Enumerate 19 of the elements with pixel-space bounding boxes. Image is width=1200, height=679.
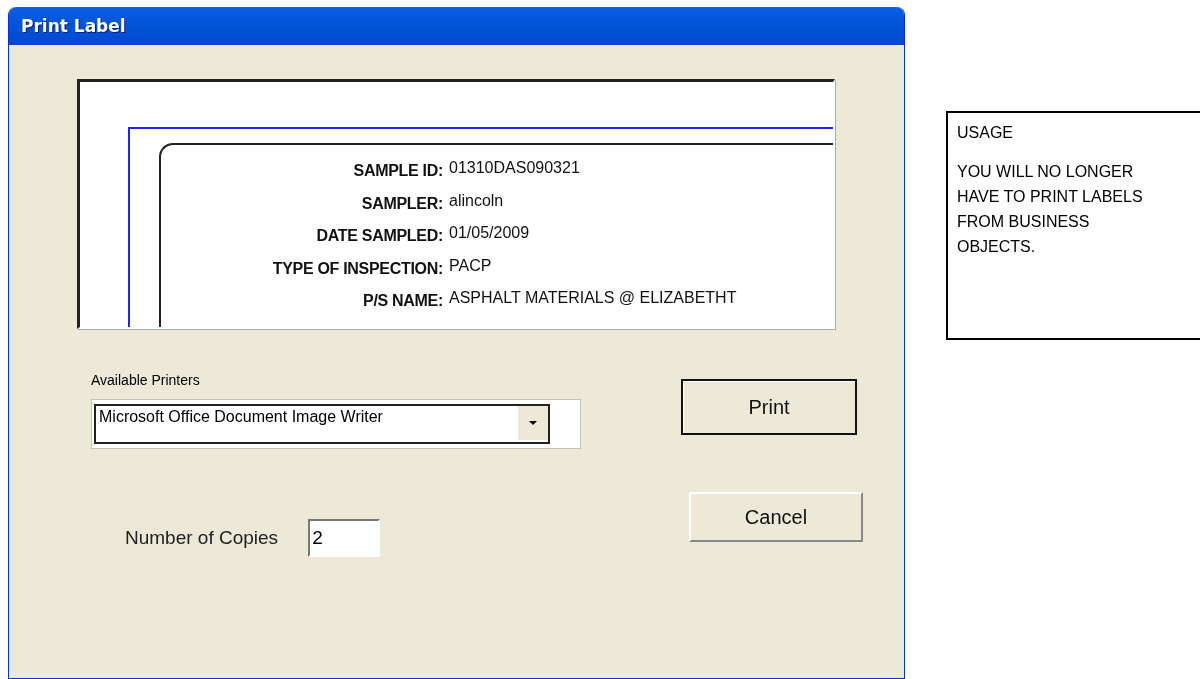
- dialog-button[interactable]: Print: [681, 379, 857, 435]
- printers-label: Available Printers: [91, 372, 201, 388]
- field-value: PACP: [449, 256, 492, 275]
- copies-label: Number of Copies: [125, 527, 279, 549]
- field-value: 01/05/2009: [449, 224, 530, 242]
- printer-dropdown[interactable]: Microsoft Office Document Image Writer: [94, 404, 550, 444]
- field-label: SAMPLE ID:: [352, 161, 443, 180]
- field-value: alincoln: [449, 191, 504, 210]
- field-label: DATE SAMPLED:: [315, 226, 443, 245]
- window-title: Print Label: [21, 16, 126, 36]
- field-label: P/S NAME:: [362, 291, 443, 310]
- field-label: TYPE OF INSPECTION:: [271, 258, 443, 278]
- usage-message: YOU WILL NO LONGER HAVE TO PRINT LABELS FROM BUSINESS OBJECTS.: [957, 162, 1144, 257]
- usage-heading: USAGE: [957, 124, 1014, 142]
- copies-field[interactable]: 2: [308, 519, 381, 557]
- field-label: SAMPLER:: [360, 193, 443, 213]
- field-value: 01310DAS090321: [449, 159, 580, 177]
- dialog-button[interactable]: Cancel: [689, 492, 863, 542]
- field-value: ASPHALT MATERIALS @ ELIZABETHT: [449, 289, 737, 307]
